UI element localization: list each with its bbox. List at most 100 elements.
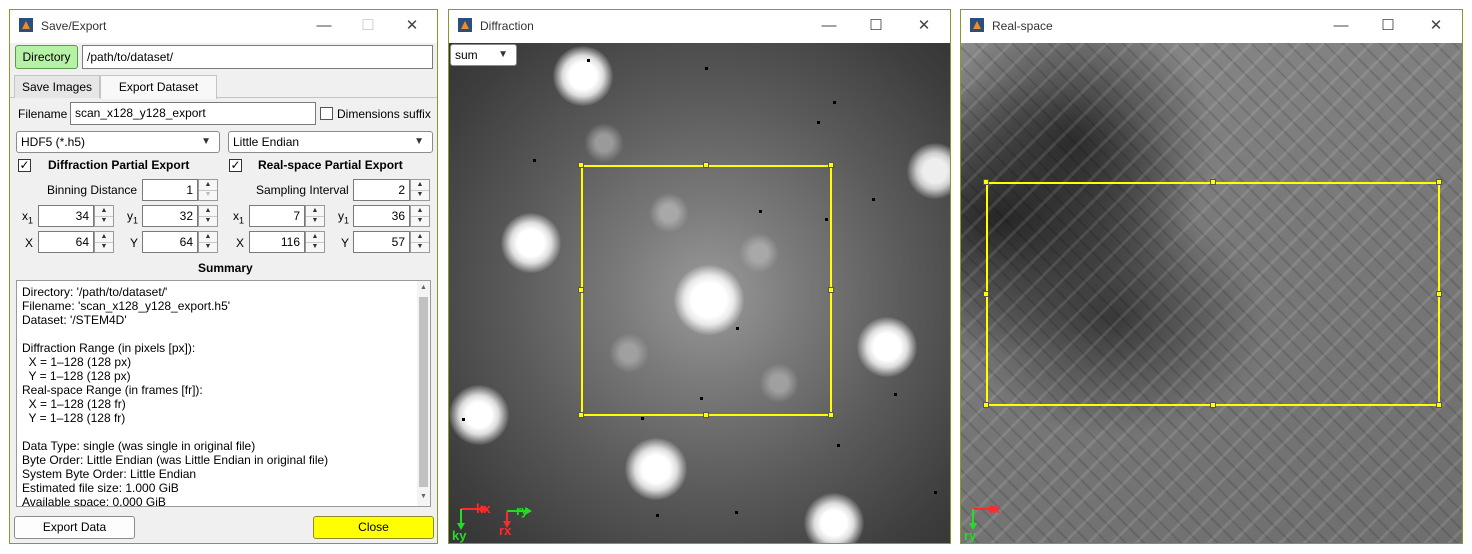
realspace-window: Real-space — ☐ ✕ rx ry (960, 9, 1463, 544)
title-bar: Diffraction — ☐ ✕ (449, 10, 950, 43)
endian-dropdown[interactable]: Little Endian ▼ (228, 131, 433, 153)
selection-handle[interactable] (983, 179, 989, 185)
selection-handle[interactable] (703, 162, 709, 168)
diff-Y-field[interactable]: 64 (142, 231, 198, 253)
decrement-icon[interactable]: ▼ (95, 216, 113, 226)
minimize-button[interactable]: — (807, 14, 851, 38)
diffraction-spot (804, 493, 864, 543)
selection-handle[interactable] (1436, 402, 1442, 408)
dead-pixel (641, 417, 644, 420)
selection-handle[interactable] (983, 402, 989, 408)
real-Y-field[interactable]: 57 (353, 231, 410, 253)
window-title: Diffraction (480, 19, 534, 33)
diff-Y-stepper[interactable]: ▲ ▼ (198, 231, 218, 253)
real-Y-stepper[interactable]: ▲ ▼ (410, 231, 430, 253)
realspace-selection-rectangle[interactable] (986, 182, 1440, 406)
binning-distance-stepper[interactable]: ▲ ▼ (198, 179, 218, 201)
diffraction-spot (501, 213, 561, 273)
directory-button[interactable]: Directory (15, 45, 78, 69)
minimize-button[interactable]: — (1319, 14, 1363, 38)
sampling-interval-field[interactable]: 2 (353, 179, 410, 201)
maximize-button[interactable]: ☐ (854, 14, 898, 38)
diff-X-stepper[interactable]: ▲ ▼ (94, 231, 114, 253)
chevron-down-icon: ▼ (498, 49, 508, 60)
decrement-icon[interactable]: ▼ (411, 216, 429, 226)
real-X-field[interactable]: 116 (249, 231, 305, 253)
diff-y1-field[interactable]: 32 (142, 205, 198, 227)
scroll-up-icon[interactable]: ▲ (417, 284, 430, 291)
decrement-icon[interactable]: ▼ (199, 216, 217, 226)
dead-pixel (705, 67, 708, 70)
directory-field[interactable]: /path/to/dataset/ (82, 45, 433, 69)
diffraction-selection-rectangle[interactable] (581, 165, 832, 416)
diffraction-spot (857, 317, 917, 377)
decrement-icon[interactable]: ▼ (306, 216, 324, 226)
close-window-button[interactable]: ✕ (390, 14, 434, 38)
real-x1-field[interactable]: 7 (249, 205, 305, 227)
selection-handle[interactable] (828, 287, 834, 293)
binning-distance-field[interactable]: 1 (142, 179, 198, 201)
export-data-button[interactable]: Export Data (14, 516, 135, 539)
close-window-button[interactable]: ✕ (902, 14, 946, 38)
window-title: Real-space (992, 19, 1053, 33)
diffraction-spot (449, 385, 509, 445)
diffraction-partial-checkbox[interactable]: ✓ (18, 159, 31, 172)
dead-pixel (894, 393, 897, 396)
diffraction-image[interactable]: sum ▼ kx ky ry rx (449, 43, 950, 543)
diff-y1-stepper[interactable]: ▲ ▼ (198, 205, 218, 227)
realspace-partial-checkbox[interactable]: ✓ (229, 159, 242, 172)
diff-x1-field[interactable]: 34 (38, 205, 94, 227)
selection-handle[interactable] (703, 412, 709, 418)
minimize-button[interactable]: — (302, 14, 346, 38)
scroll-thumb[interactable] (419, 297, 428, 487)
display-mode-dropdown[interactable]: sum ▼ (450, 44, 517, 66)
selection-handle[interactable] (828, 412, 834, 418)
summary-scrollbar[interactable]: ▲ ▼ (417, 281, 430, 506)
selection-handle[interactable] (578, 412, 584, 418)
diff-x1-stepper[interactable]: ▲ ▼ (94, 205, 114, 227)
diffraction-spot (553, 46, 613, 106)
real-X-stepper[interactable]: ▲ ▼ (305, 231, 325, 253)
selection-handle[interactable] (578, 287, 584, 293)
close-window-button[interactable]: ✕ (1414, 14, 1458, 38)
summary-line: Y = 1–128 (128 px) (22, 369, 131, 383)
axis-label-ry: ry (516, 503, 529, 518)
summary-text-area[interactable]: Directory: '/path/to/dataset/' Filename: … (16, 280, 431, 507)
tab-export-dataset[interactable]: Export Dataset (100, 75, 217, 99)
selection-handle[interactable] (578, 162, 584, 168)
close-button[interactable]: Close (313, 516, 434, 539)
decrement-icon[interactable]: ▼ (306, 242, 324, 252)
endian-value: Little Endian (233, 135, 300, 149)
sampling-interval-stepper[interactable]: ▲ ▼ (410, 179, 430, 201)
tab-save-images[interactable]: Save Images (14, 75, 100, 98)
dimensions-suffix-checkbox[interactable] (320, 107, 333, 120)
real-y1-field[interactable]: 36 (353, 205, 410, 227)
selection-handle[interactable] (983, 291, 989, 297)
selection-handle[interactable] (1436, 291, 1442, 297)
summary-line: Dataset: '/STEM4D' (22, 313, 127, 327)
diff-X-field[interactable]: 64 (38, 231, 94, 253)
chevron-down-icon: ▼ (414, 136, 424, 147)
decrement-icon[interactable]: ▼ (95, 242, 113, 252)
selection-handle[interactable] (828, 162, 834, 168)
filename-field[interactable]: scan_x128_y128_export (70, 102, 316, 125)
diffraction-partial-label: Diffraction Partial Export (48, 158, 190, 172)
summary-line: Real-space Range (in frames [fr]): (22, 383, 203, 397)
realspace-image[interactable]: rx ry (961, 43, 1462, 543)
selection-handle[interactable] (1436, 179, 1442, 185)
decrement-icon[interactable]: ▼ (411, 242, 429, 252)
decrement-icon[interactable]: ▼ (199, 242, 217, 252)
dead-pixel (872, 198, 875, 201)
dead-pixel (837, 444, 840, 447)
diffraction-spot (625, 438, 687, 500)
real-x1-stepper[interactable]: ▲ ▼ (305, 205, 325, 227)
format-dropdown[interactable]: HDF5 (*.h5) ▼ (16, 131, 220, 153)
selection-handle[interactable] (1210, 402, 1216, 408)
diff-Y-label: Y (130, 236, 139, 250)
save-export-window: Save/Export — ☐ ✕ Directory /path/to/dat… (9, 9, 438, 544)
scroll-down-icon[interactable]: ▼ (417, 493, 430, 500)
decrement-icon[interactable]: ▼ (411, 190, 429, 200)
selection-handle[interactable] (1210, 179, 1216, 185)
maximize-button[interactable]: ☐ (1366, 14, 1410, 38)
real-y1-stepper[interactable]: ▲ ▼ (410, 205, 430, 227)
